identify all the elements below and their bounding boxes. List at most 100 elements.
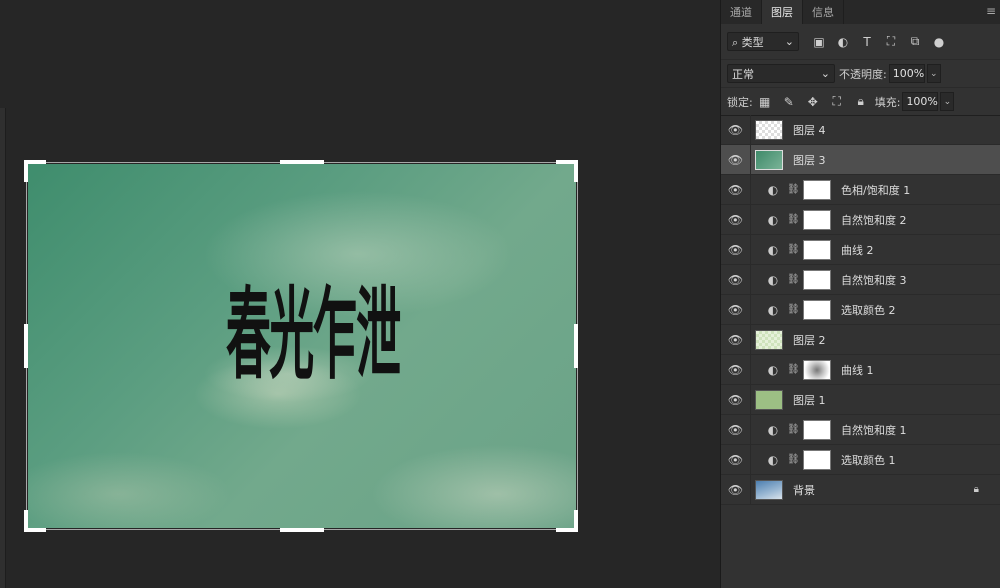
adjustment-layer-icon: ◐ [767, 362, 779, 377]
adjustment-layer-icon: ◐ [767, 452, 779, 467]
layer-row-vibrance-2[interactable]: 👁︎ ◐ ⛓ 自然饱和度 2 [721, 205, 1000, 235]
lock-icon[interactable]: 🔒︎ [974, 484, 979, 495]
layer-mask-thumbnail[interactable] [803, 359, 831, 380]
layer-thumbnail [755, 149, 783, 170]
visibility-eye-icon[interactable]: 👁︎ [721, 385, 751, 414]
layer-row-vibrance-3[interactable]: 👁︎ ◐ ⛓ 自然饱和度 3 [721, 265, 1000, 295]
mask-link-icon[interactable]: ⛓ [787, 244, 800, 255]
visibility-eye-icon[interactable]: 👁︎ [721, 115, 751, 144]
layer-name: 背景 [793, 483, 815, 497]
fill-dropdown-icon[interactable]: ⌄ [940, 92, 955, 111]
crop-handle-bottom-left-v[interactable] [24, 510, 28, 532]
crop-handle-right[interactable] [574, 324, 578, 368]
lock-pixels-icon[interactable]: ✎ [779, 92, 799, 112]
lock-artboard-icon[interactable]: ⛶ [827, 92, 847, 112]
layer-name: 图层 4 [793, 123, 826, 137]
panel-menu-icon[interactable]: ≡ [986, 4, 996, 18]
type-filter-icon[interactable]: T [857, 32, 877, 52]
document-image[interactable]: 春光乍泄 [28, 164, 576, 528]
lock-position-icon[interactable]: ✥ [803, 92, 823, 112]
layer-row-curves-2[interactable]: 👁︎ ◐ ⛓ 曲线 2 [721, 235, 1000, 265]
layer-thumbnail [755, 119, 783, 140]
layer-mask-thumbnail[interactable] [803, 299, 831, 320]
layer-row-background[interactable]: 👁︎ 背景 🔒︎ [721, 475, 1000, 505]
layer-mask-thumbnail[interactable] [803, 449, 831, 470]
layer-row-vibrance-1[interactable]: 👁︎ ◐ ⛓ 自然饱和度 1 [721, 415, 1000, 445]
layer-name: 图层 1 [793, 393, 826, 407]
layer-name: 曲线 1 [841, 363, 874, 377]
lock-all-icon[interactable]: 🔒︎ [851, 92, 871, 112]
tab-layers[interactable]: 图层 [762, 0, 803, 24]
lock-label: 锁定: [727, 95, 753, 109]
image-filter-icon[interactable]: ▣ [809, 32, 829, 52]
layer-name: 图层 3 [793, 153, 826, 167]
layer-mask-thumbnail[interactable] [803, 419, 831, 440]
mask-link-icon[interactable]: ⛓ [787, 364, 800, 375]
visibility-eye-icon[interactable]: 👁︎ [721, 295, 751, 324]
layer-row-layer-4[interactable]: 👁︎ 图层 4 [721, 115, 1000, 145]
layer-row-layer-1[interactable]: 👁︎ 图层 1 [721, 385, 1000, 415]
crop-handle-top-right-v[interactable] [574, 160, 578, 182]
panel-tabs: 通道 图层 信息 ≡ [721, 0, 1000, 24]
filter-row: ⌕ 类型 ⌄ ▣ ◐ T ⛶ ⧉ ● [721, 24, 1000, 60]
visibility-eye-icon[interactable]: 👁︎ [721, 145, 751, 174]
visibility-eye-icon[interactable]: 👁︎ [721, 325, 751, 354]
adjustment-layer-icon: ◐ [767, 422, 779, 437]
visibility-eye-icon[interactable]: 👁︎ [721, 445, 751, 474]
opacity-dropdown-icon[interactable]: ⌄ [926, 64, 941, 83]
adjustment-layer-icon: ◐ [767, 302, 779, 317]
layer-row-selective-color-1[interactable]: 👁︎ ◐ ⛓ 选取颜色 1 [721, 445, 1000, 475]
layer-name: 选取颜色 2 [841, 303, 896, 317]
layers-panel: 通道 图层 信息 ≡ ⌕ 类型 ⌄ ▣ ◐ T ⛶ ⧉ ● 正常 ⌄ 不透明度:… [720, 0, 1000, 588]
visibility-eye-icon[interactable]: 👁︎ [721, 475, 751, 504]
visibility-eye-icon[interactable]: 👁︎ [721, 415, 751, 444]
layer-name: 自然饱和度 3 [841, 273, 907, 287]
visibility-eye-icon[interactable]: 👁︎ [721, 205, 751, 234]
filter-kind-label-wrap: ⌕ 类型 [732, 35, 764, 49]
opacity-input[interactable]: 100% [888, 64, 925, 83]
layer-row-curves-1[interactable]: 👁︎ ◐ ⛓ 曲线 1 [721, 355, 1000, 385]
layer-name: 曲线 2 [841, 243, 874, 257]
layer-thumbnail [755, 479, 783, 500]
crop-handle-top[interactable] [280, 160, 324, 164]
visibility-eye-icon[interactable]: 👁︎ [721, 175, 751, 204]
filter-toggle-icon[interactable]: ● [929, 32, 949, 52]
visibility-eye-icon[interactable]: 👁︎ [721, 265, 751, 294]
crop-handle-left[interactable] [24, 324, 28, 368]
mask-link-icon[interactable]: ⛓ [787, 304, 800, 315]
lock-transparency-icon[interactable]: ▦ [755, 92, 775, 112]
image-title-text: 春光乍泄 [226, 279, 401, 394]
mask-link-icon[interactable]: ⛓ [787, 424, 800, 435]
visibility-eye-icon[interactable]: 👁︎ [721, 355, 751, 384]
mask-link-icon[interactable]: ⛓ [787, 274, 800, 285]
tab-info[interactable]: 信息 [803, 0, 844, 24]
adjustment-filter-icon[interactable]: ◐ [833, 32, 853, 52]
fill-input[interactable]: 100% [902, 92, 939, 111]
layer-name: 自然饱和度 2 [841, 213, 907, 227]
mask-link-icon[interactable]: ⛓ [787, 184, 800, 195]
layer-mask-thumbnail[interactable] [803, 239, 831, 260]
layer-mask-thumbnail[interactable] [803, 179, 831, 200]
layer-row-hue-saturation-1[interactable]: 👁︎ ◐ ⛓ 色相/饱和度 1 [721, 175, 1000, 205]
visibility-eye-icon[interactable]: 👁︎ [721, 235, 751, 264]
crop-handle-top-left-v[interactable] [24, 160, 28, 182]
mask-link-icon[interactable]: ⛓ [787, 214, 800, 225]
filter-kind-select[interactable]: ⌕ 类型 ⌄ [727, 32, 799, 51]
crop-handle-bottom-right-v[interactable] [574, 510, 578, 532]
layer-mask-thumbnail[interactable] [803, 209, 831, 230]
left-toolbar-edge [0, 108, 6, 588]
blend-mode-label: 正常 [732, 67, 754, 81]
blend-mode-select[interactable]: 正常 ⌄ [727, 64, 835, 83]
smart-object-filter-icon[interactable]: ⧉ [905, 32, 925, 52]
layer-row-selective-color-2[interactable]: 👁︎ ◐ ⛓ 选取颜色 2 [721, 295, 1000, 325]
canvas-area[interactable]: 春光乍泄 [0, 0, 720, 588]
mask-link-icon[interactable]: ⛓ [787, 454, 800, 465]
crop-handle-bottom[interactable] [280, 528, 324, 532]
layer-thumbnail [755, 329, 783, 350]
layer-row-layer-3[interactable]: 👁︎ 图层 3 [721, 145, 1000, 175]
layer-row-layer-2[interactable]: 👁︎ 图层 2 [721, 325, 1000, 355]
shape-filter-icon[interactable]: ⛶ [881, 32, 901, 52]
tab-channels[interactable]: 通道 [721, 0, 762, 24]
layer-mask-thumbnail[interactable] [803, 269, 831, 290]
layer-list: 👁︎ 图层 4 👁︎ 图层 3 👁︎ ◐ ⛓ 色相/饱和度 1 👁︎ ◐ ⛓ 自… [721, 115, 1000, 505]
